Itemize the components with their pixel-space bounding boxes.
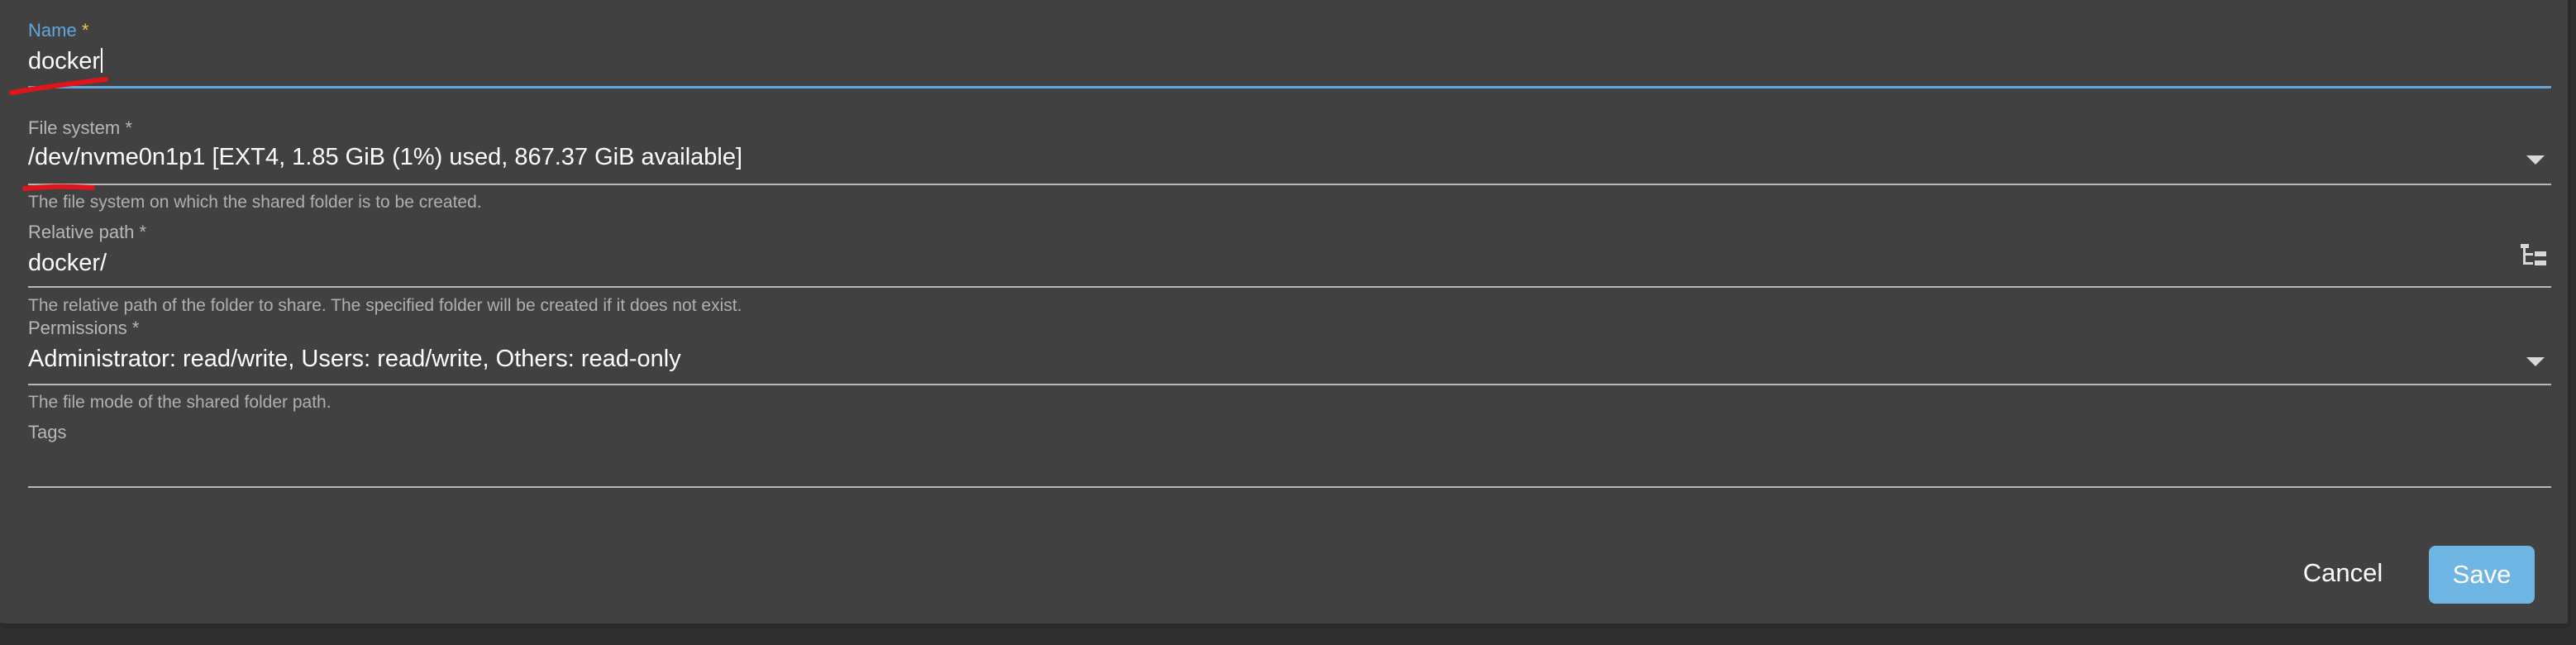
permissions-hint: The file mode of the shared folder path. [28, 393, 332, 412]
relpath-hint: The relative path of the folder to share… [28, 296, 742, 315]
relpath-underline [28, 286, 2551, 288]
chevron-down-icon[interactable] [2526, 357, 2545, 366]
name-underline [28, 86, 2551, 88]
tags-label: Tags [28, 422, 67, 442]
red-underline-annotation [22, 184, 95, 191]
filesystem-underline [28, 184, 2551, 185]
relpath-input[interactable]: docker/ [28, 250, 107, 277]
cancel-button[interactable]: Cancel [2290, 552, 2396, 594]
tags-underline [28, 486, 2551, 488]
permissions-select[interactable]: Administrator: read/write, Users: read/w… [28, 346, 681, 373]
filesystem-field[interactable]: File system * /dev/nvme0n1p1 [EXT4, 1.85… [28, 108, 2551, 215]
filesystem-select[interactable]: /dev/nvme0n1p1 [EXT4, 1.85 GiB (1%) used… [28, 144, 742, 171]
permissions-label: Permissions * [28, 318, 140, 338]
required-star: * [81, 20, 89, 41]
name-label: Name * [28, 20, 89, 41]
red-underline-annotation [9, 77, 108, 95]
save-button[interactable]: Save [2429, 546, 2535, 604]
filesystem-label: File system * [28, 117, 132, 138]
chevron-down-icon[interactable] [2526, 155, 2545, 165]
permissions-field[interactable]: Permissions * Administrator: read/write,… [28, 314, 2551, 422]
folder-tree-icon[interactable] [2520, 243, 2548, 268]
tags-field[interactable]: Tags [28, 420, 2551, 494]
name-field[interactable]: Name * docker [28, 0, 2551, 91]
permissions-underline [28, 384, 2551, 385]
shared-folder-form-card: Name * docker File system * /dev/nvme0n1… [0, 0, 2571, 628]
relpath-field[interactable]: Relative path * docker/ The relative pat… [28, 217, 2551, 324]
relpath-label: Relative path * [28, 222, 147, 242]
